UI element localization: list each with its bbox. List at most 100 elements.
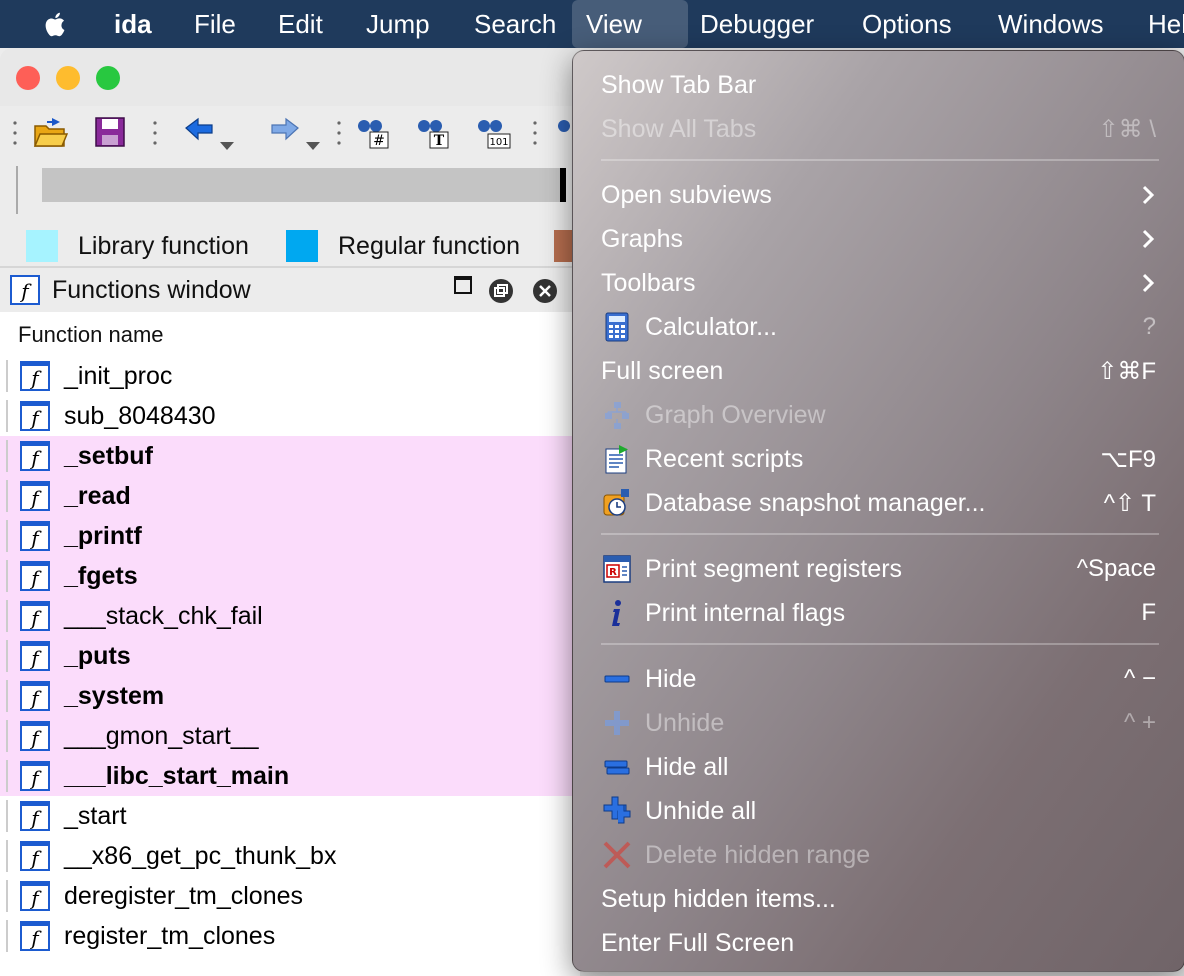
menu-search[interactable]: Search — [460, 0, 570, 48]
zoom-window-button[interactable] — [96, 66, 120, 90]
menu-options[interactable]: Options — [848, 0, 966, 48]
row-gutter — [6, 800, 8, 832]
function-name: ___stack_chk_fail — [64, 602, 263, 630]
row-gutter — [6, 400, 8, 432]
menu-jump[interactable]: Jump — [352, 0, 444, 48]
svg-text:T: T — [434, 133, 445, 149]
function-row[interactable]: f ___stack_chk_fail — [0, 596, 580, 636]
menu-item-full-screen[interactable]: Full screen ⇧⌘F — [573, 349, 1184, 393]
binoculars-binary-icon[interactable]: 101 — [476, 114, 512, 150]
function-row[interactable]: f _system — [0, 676, 580, 716]
color-legend: Library function Regular function — [0, 220, 580, 266]
function-row[interactable]: f register_tm_clones — [0, 916, 580, 956]
row-gutter — [6, 360, 8, 392]
save-disk-icon[interactable] — [92, 114, 128, 150]
function-name-column-label: Function name — [18, 322, 164, 347]
shortcut-label: ^ + — [1124, 709, 1156, 736]
menu-item-enter-full-screen[interactable]: Enter Full Screen — [573, 921, 1184, 965]
function-name: _start — [64, 802, 127, 830]
function-row[interactable]: f _init_proc — [0, 356, 580, 396]
function-row[interactable]: f _start — [0, 796, 580, 836]
regular-color-swatch — [286, 230, 318, 262]
menu-item-delete-hidden-range: Delete hidden range — [573, 833, 1184, 877]
close-window-button[interactable] — [16, 66, 40, 90]
menu-item-hide[interactable]: Hide ^ − — [573, 657, 1184, 701]
navigation-marker[interactable] — [560, 168, 566, 202]
open-folder-icon[interactable] — [32, 114, 68, 150]
row-gutter — [6, 760, 8, 792]
function-name: _printf — [64, 522, 142, 550]
menu-item-print-internal-flags[interactable]: Print internal flags F — [573, 591, 1184, 635]
menu-item-setup-hidden-items[interactable]: Setup hidden items... — [573, 877, 1184, 921]
function-icon: f — [20, 561, 50, 591]
menu-debugger[interactable]: Debugger — [686, 0, 828, 48]
library-color-swatch — [26, 230, 58, 262]
function-name-column-header[interactable]: Function name — [0, 312, 580, 357]
row-gutter — [6, 440, 8, 472]
function-row[interactable]: f deregister_tm_clones — [0, 876, 580, 916]
menu-item-hide-all[interactable]: Hide all — [573, 745, 1184, 789]
view-menu-dropdown: Show Tab Bar Show All Tabs ⇧⌘ \ Open sub… — [572, 50, 1184, 972]
binoculars-hash-icon[interactable]: # — [356, 114, 392, 150]
menu-item-print-segment-registers[interactable]: R Print segment registers ^Space — [573, 547, 1184, 591]
menu-app-ida[interactable]: ida — [100, 0, 166, 48]
back-arrow-icon[interactable] — [182, 114, 238, 150]
function-icon: f — [20, 761, 50, 791]
menu-item-graphs[interactable]: Graphs — [573, 217, 1184, 261]
minus-all-icon — [604, 760, 630, 775]
menu-view[interactable]: View — [572, 0, 688, 48]
menu-item-recent-scripts[interactable]: Recent scripts ⌥F9 — [573, 437, 1184, 481]
menu-file[interactable]: File — [180, 0, 250, 48]
shortcut-label: ⌥F9 — [1100, 446, 1156, 473]
function-icon: f — [20, 481, 50, 511]
float-pane-icon[interactable] — [488, 278, 514, 304]
function-row[interactable]: f _fgets — [0, 556, 580, 596]
chevron-right-icon — [1142, 185, 1155, 205]
menu-item-open-subviews[interactable]: Open subviews — [573, 173, 1184, 217]
menu-item-calculator[interactable]: Calculator... ? — [573, 305, 1184, 349]
menu-item-database-snapshot-manager[interactable]: Database snapshot manager... ^⇧ T — [573, 481, 1184, 525]
menu-item-show-all-tabs: Show All Tabs ⇧⌘ \ — [601, 115, 1156, 143]
menu-item-unhide-all[interactable]: Unhide all — [573, 789, 1184, 833]
plus-icon — [605, 711, 629, 735]
function-name: _init_proc — [64, 362, 173, 390]
function-row[interactable]: f ___gmon_start__ — [0, 716, 580, 756]
binoculars-text-icon[interactable]: T — [416, 114, 452, 150]
menu-separator — [601, 643, 1159, 645]
toolbar-grip-icon[interactable] — [12, 118, 18, 148]
functions-list: f _init_proc f sub_8048430 f _setbuf f _read f _p… — [0, 356, 580, 976]
function-name: register_tm_clones — [64, 922, 276, 950]
close-pane-icon[interactable] — [532, 278, 558, 304]
minimize-window-button[interactable] — [56, 66, 80, 90]
function-icon: f — [20, 881, 50, 911]
function-icon: f — [20, 721, 50, 751]
menu-windows[interactable]: Windows — [984, 0, 1117, 48]
menu-item-toolbars[interactable]: Toolbars — [573, 261, 1184, 305]
row-gutter — [6, 840, 8, 872]
row-gutter — [6, 560, 8, 592]
regular-function-label: Regular function — [338, 232, 521, 260]
function-row[interactable]: f ___libc_start_main — [0, 756, 580, 796]
row-gutter — [6, 680, 8, 712]
function-row[interactable]: f _printf — [0, 516, 580, 556]
navigation-bar[interactable] — [42, 168, 562, 202]
forward-arrow-icon[interactable] — [268, 114, 324, 150]
function-row[interactable]: f sub_8048430 — [0, 396, 580, 436]
function-row[interactable]: f _puts — [0, 636, 580, 676]
menu-help[interactable]: Hel — [1134, 0, 1184, 48]
plus-all-icon — [603, 796, 631, 824]
function-name: _puts — [64, 642, 131, 670]
navband-divider — [16, 166, 18, 214]
function-row[interactable]: f _read — [0, 476, 580, 516]
function-name: deregister_tm_clones — [64, 882, 304, 910]
function-icon: f — [20, 801, 50, 831]
menu-item-show-tab-bar[interactable]: Show Tab Bar — [573, 63, 1184, 107]
function-row[interactable]: f _setbuf — [0, 436, 580, 476]
function-icon: f — [20, 681, 50, 711]
function-icon: f — [20, 641, 50, 671]
function-icon: f — [20, 921, 50, 951]
maximize-pane-icon[interactable] — [454, 276, 472, 294]
menu-edit[interactable]: Edit — [264, 0, 337, 48]
function-row[interactable]: f __x86_get_pc_thunk_bx — [0, 836, 580, 876]
apple-icon[interactable] — [40, 8, 72, 40]
